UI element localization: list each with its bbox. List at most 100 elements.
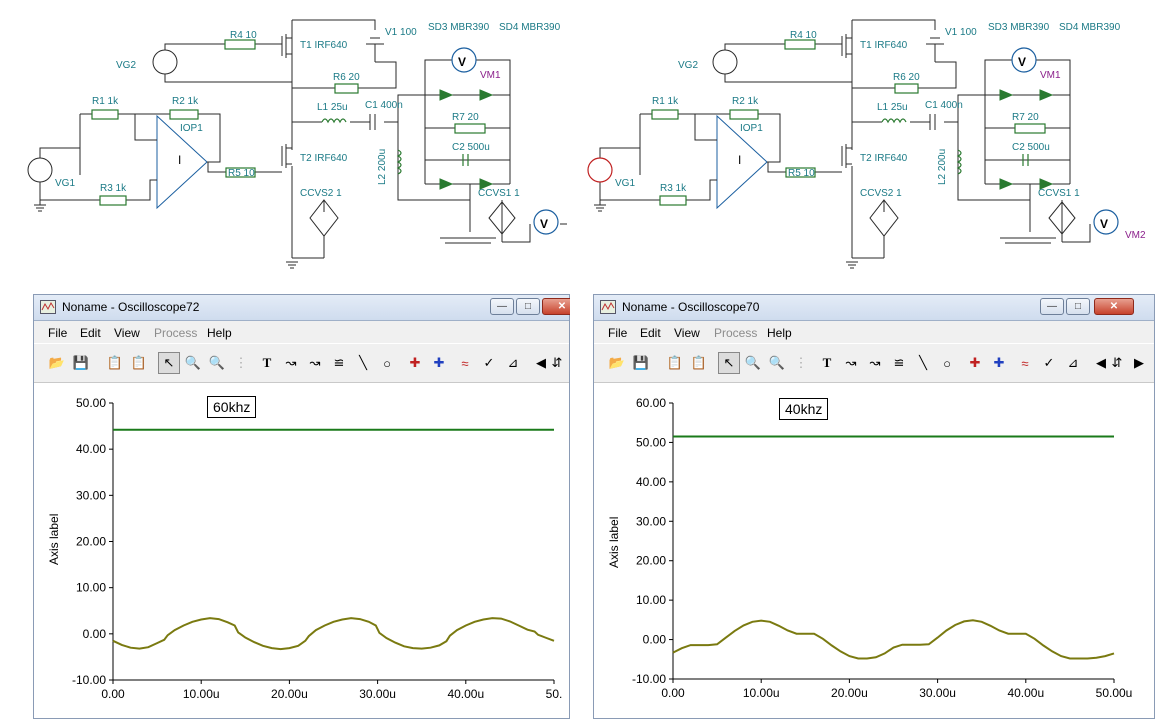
- label-v1: V1 100: [385, 27, 417, 38]
- chart-svg: 60.0050.0040.0030.0020.0010.000.00-10.00…: [632, 396, 1132, 700]
- menu-bar: File Edit View Process Help: [594, 321, 1154, 343]
- x-tick-label: 0.00: [661, 686, 685, 700]
- chart-svg: 50.0040.0030.0020.0010.000.00-10.000.00 1…: [72, 396, 562, 701]
- copy-icon[interactable]: 📋: [104, 352, 126, 374]
- menu-file[interactable]: File: [48, 326, 67, 340]
- x-tick-label: 40.00u: [1007, 686, 1044, 700]
- curve-tool-icon[interactable]: ↝: [280, 352, 302, 374]
- label-r3: R3 1k: [660, 183, 687, 194]
- right-panel: V V I R4 10 T1 IRF640 V1 100 SD3 MBR390 …: [585, 0, 1155, 719]
- y-tick-label: 20.00: [636, 554, 666, 568]
- minimize-button[interactable]: —: [490, 298, 514, 315]
- open-folder-icon[interactable]: 📂: [46, 352, 68, 374]
- circle-tool-icon[interactable]: ○: [936, 352, 958, 374]
- maximize-button[interactable]: □: [1066, 298, 1090, 315]
- menu-file[interactable]: File: [608, 326, 627, 340]
- cursor-a-icon[interactable]: ✚: [964, 352, 986, 374]
- scroll-right-icon[interactable]: ▶: [1128, 352, 1150, 374]
- label-r6: R6 20: [333, 72, 360, 83]
- menu-help[interactable]: Help: [767, 326, 792, 340]
- oscilloscope-app-icon: [600, 300, 616, 314]
- oscilloscope-window-1[interactable]: Noname - Oscilloscope72 — □ ✕ File Edit …: [33, 294, 570, 719]
- label-l1: L1 25u: [877, 102, 908, 113]
- minimize-button[interactable]: —: [1040, 298, 1064, 315]
- line-tool-icon[interactable]: ╲: [352, 352, 374, 374]
- vm1-symbol: V: [1018, 55, 1026, 69]
- opamp-symbol: I: [178, 153, 181, 167]
- copy-icon[interactable]: 📋: [664, 352, 686, 374]
- label-ccvs2: CCVS2 1: [300, 188, 342, 199]
- label-vg1: VG1: [615, 178, 635, 189]
- label-c1: C1 400n: [925, 100, 963, 111]
- scroll-updown-icon[interactable]: ⇵: [546, 352, 568, 374]
- menu-help[interactable]: Help: [207, 326, 232, 340]
- close-button[interactable]: ✕: [542, 298, 570, 315]
- menu-process[interactable]: Process: [714, 326, 757, 340]
- label-vm2: VM2: [1125, 230, 1146, 241]
- menu-edit[interactable]: Edit: [640, 326, 661, 340]
- ramp-icon[interactable]: ⊿: [502, 352, 524, 374]
- maximize-button[interactable]: □: [516, 298, 540, 315]
- curve-tool-icon[interactable]: ↝: [840, 352, 862, 374]
- pointer-icon[interactable]: ↖: [718, 352, 740, 374]
- label-ccvs1: CCVS1 1: [1038, 188, 1080, 199]
- y-tick-label: 40.00: [76, 442, 106, 456]
- function-tool-icon[interactable]: ≌: [888, 352, 910, 374]
- zoom-out-icon[interactable]: 🔍: [206, 352, 228, 374]
- zoom-in-icon[interactable]: 🔍: [742, 352, 764, 374]
- zoom-out-icon[interactable]: 🔍: [766, 352, 788, 374]
- grid-icon[interactable]: ⋮: [790, 352, 812, 374]
- paste-icon[interactable]: 📋: [128, 352, 150, 374]
- line-tool-icon[interactable]: ╲: [912, 352, 934, 374]
- zoom-in-icon[interactable]: 🔍: [182, 352, 204, 374]
- curve-tool-2-icon[interactable]: ↝: [864, 352, 886, 374]
- paste-icon[interactable]: 📋: [688, 352, 710, 374]
- plot-area[interactable]: 50.00 40.00 30.00 20.00 10.00 0.00 -10.00 0.00 1…: [34, 383, 569, 718]
- label-r7: R7 20: [452, 112, 479, 123]
- left-panel: V V I R4 10 T1 IRF640 V1 100 SD3 MBR390 …: [0, 0, 570, 719]
- title-bar[interactable]: Noname - Oscilloscope70 — □ ✕: [594, 295, 1154, 321]
- add-curve-icon[interactable]: ≈: [454, 352, 476, 374]
- label-sd4: SD4 MBR390: [499, 22, 561, 33]
- cursor-b-icon[interactable]: ✚: [428, 352, 450, 374]
- pointer-icon[interactable]: ↖: [158, 352, 180, 374]
- y-tick-label: 50.00: [636, 435, 666, 449]
- frequency-note[interactable]: 60khz: [207, 396, 257, 418]
- open-folder-icon[interactable]: 📂: [606, 352, 628, 374]
- menu-edit[interactable]: Edit: [80, 326, 101, 340]
- menu-view[interactable]: View: [114, 326, 140, 340]
- probe-icon[interactable]: ✓: [478, 352, 500, 374]
- label-l2: L2 200u: [937, 149, 948, 185]
- x-tick-label: 30.00u: [359, 687, 396, 701]
- scroll-updown-icon[interactable]: ⇵: [1106, 352, 1128, 374]
- window-title: Noname - Oscilloscope72: [62, 300, 200, 314]
- text-tool-icon[interactable]: T: [816, 352, 838, 374]
- cursor-a-icon[interactable]: ✚: [404, 352, 426, 374]
- ramp-icon[interactable]: ⊿: [1062, 352, 1084, 374]
- add-curve-icon[interactable]: ≈: [1014, 352, 1036, 374]
- menu-view[interactable]: View: [674, 326, 700, 340]
- plot-area[interactable]: 60.00 50.00 40.00 30.00 20.00 10.00 0.00 -10.00…: [594, 383, 1154, 718]
- label-t2: T2 IRF640: [300, 153, 348, 164]
- save-icon[interactable]: 💾: [630, 352, 652, 374]
- y-axis-label: Axis label: [607, 516, 621, 568]
- label-ccvs1: CCVS1 1: [478, 188, 520, 199]
- close-button[interactable]: ✕: [1094, 298, 1134, 315]
- grid-icon[interactable]: ⋮: [230, 352, 252, 374]
- save-icon[interactable]: 💾: [70, 352, 92, 374]
- title-bar[interactable]: Noname - Oscilloscope72 — □ ✕: [34, 295, 570, 321]
- oscilloscope-window-2[interactable]: Noname - Oscilloscope70 — □ ✕ File Edit …: [593, 294, 1155, 719]
- series-line-ac[interactable]: [672, 619, 1115, 660]
- curve-tool-2-icon[interactable]: ↝: [304, 352, 326, 374]
- x-tick-label: 40.00u: [447, 687, 484, 701]
- frequency-note[interactable]: 40khz: [779, 398, 829, 420]
- menu-process[interactable]: Process: [154, 326, 197, 340]
- circle-tool-icon[interactable]: ○: [376, 352, 398, 374]
- oscilloscope-app-icon: [40, 300, 56, 314]
- function-tool-icon[interactable]: ≌: [328, 352, 350, 374]
- cursor-b-icon[interactable]: ✚: [988, 352, 1010, 374]
- circuit-schematic-left: V V I R4 10 T1 IRF640 V1 100 SD3 MBR390 …: [27, 19, 567, 269]
- text-tool-icon[interactable]: T: [256, 352, 278, 374]
- series-line-ac[interactable]: [112, 617, 555, 651]
- probe-icon[interactable]: ✓: [1038, 352, 1060, 374]
